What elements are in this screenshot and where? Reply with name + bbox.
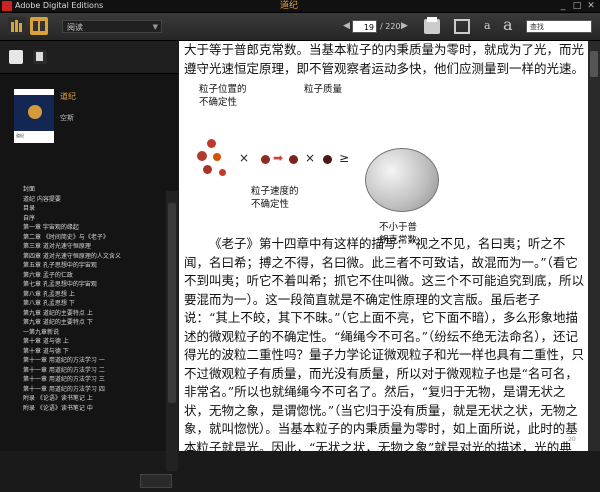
toc-item[interactable]: 第五章 孔子思想中的宇宙观 [0, 261, 165, 271]
reading-view-icon[interactable] [30, 17, 48, 35]
toc-item[interactable]: 第十章 道与德 下 [0, 347, 165, 357]
previous-page-icon[interactable]: ◀ [343, 21, 350, 31]
toc-item[interactable]: 第十一章 用道纪的方法学习 一 [0, 356, 165, 366]
particle-dot [323, 155, 332, 164]
document-title: 道纪 [280, 1, 299, 11]
page-indicator: 20 [568, 436, 576, 443]
particle-dot [197, 151, 207, 161]
toc-item[interactable]: 附录 《论语》读书笔记 中 [0, 404, 165, 414]
toc-item[interactable]: 第一章 宇宙观的缘起 [0, 223, 165, 233]
book-cover: 道纪 [14, 89, 54, 143]
scrollbar-thumb[interactable] [168, 203, 176, 403]
toc-item[interactable]: 第八章 孔孟思想 上 [0, 290, 165, 300]
label-particle-mass: 粒子质量 [304, 84, 343, 95]
label-position-uncertainty: 粒子位置的 不确定性 [199, 84, 247, 108]
particle-dot [289, 155, 298, 164]
app-logo-icon [2, 1, 12, 11]
paragraph-2: 《老子》第十四章中有这样的描写：“视之不见，名曰夷；听之不闻，名曰希；搏之不得，… [184, 236, 585, 451]
next-page-icon[interactable]: ▶ [401, 21, 408, 31]
sidebar-footer [0, 471, 178, 492]
page-total: / 220 [380, 22, 401, 31]
view-mode-label: 阅读 [67, 23, 83, 32]
view-mode-select[interactable]: 阅读 ▼ [62, 20, 162, 33]
toc-item[interactable]: 第二章 《时间简史》与《老子》 [0, 233, 165, 243]
toc-item[interactable]: 第七章 孔孟思想中的宇宙观 [0, 280, 165, 290]
chevron-down-icon: ▼ [152, 23, 158, 31]
particle-dot [213, 153, 221, 161]
particle-dot [261, 155, 270, 164]
times-symbol: × [305, 151, 316, 165]
sidebar-scrollbar[interactable] [166, 191, 178, 476]
table-of-contents: 封面 道纪 内容提要 目录 自序 第一章 宇宙观的缘起 第二章 《时间简史》与《… [0, 185, 165, 413]
search-input[interactable]: 查找 [526, 20, 592, 33]
cover-title: 道纪 [16, 133, 24, 138]
toc-item[interactable]: 第十一章 用道纪的方法学习 四 [0, 385, 165, 395]
tab-bookmarks-icon[interactable] [9, 50, 23, 64]
app-title: Adobe Digital Editions [15, 1, 104, 10]
minimize-button[interactable]: _ [558, 1, 568, 11]
fit-page-icon[interactable] [454, 19, 470, 34]
decrease-font-icon[interactable]: a [484, 19, 491, 32]
toc-item[interactable]: 第十章 道与德 上 [0, 337, 165, 347]
reading-pane: 大于等于普郎克常数。当基本粒子的内秉质量为零时，就成为了光，而光遵守光速恒定原理… [179, 41, 588, 451]
uncertainty-diagram: 粒子位置的 不确定性 粒子质量 × ➡ × ≥ 粒子速度的 不确定性 不小于普 … [179, 81, 588, 256]
title-bar: Adobe Digital Editions 道纪 _ □ ✕ [0, 0, 600, 13]
arrow-icon: ➡ [273, 151, 284, 165]
ge-symbol: ≥ [339, 151, 350, 165]
toc-item[interactable]: 目录 [0, 204, 165, 214]
toc-item[interactable]: 附录 《论语》读书笔记 上 [0, 394, 165, 404]
book-title: 道纪 [60, 92, 76, 101]
tab-annotations-icon[interactable] [33, 50, 47, 64]
toc-item[interactable]: 第八章 孔孟思想 下 [0, 299, 165, 309]
toc-item[interactable]: 第六章 孟子的仁政 [0, 271, 165, 281]
book-author: 空斯 [60, 114, 74, 122]
toc-item[interactable]: 封面 [0, 185, 165, 195]
print-icon[interactable] [424, 17, 440, 34]
toc-item[interactable]: 第十一章 用道纪的方法学习 三 [0, 375, 165, 385]
toolbar: 阅读 ▼ ◀ 19 / 220 ▶ a a 查找 [0, 13, 600, 41]
increase-font-icon[interactable]: a [503, 15, 513, 34]
sidebar-options-select[interactable] [140, 474, 172, 488]
sidebar: 道纪 道纪 空斯 封面 道纪 内容提要 目录 自序 第一章 宇宙观的缘起 第二章… [0, 41, 178, 492]
times-symbol: × [239, 151, 250, 165]
reading-scrollbar[interactable] [588, 41, 600, 451]
maximize-button[interactable]: □ [572, 1, 582, 11]
label-speed-uncertainty: 粒子速度的 不确定性 [251, 186, 299, 210]
page-number-input[interactable]: 19 [352, 20, 377, 33]
scrollbar-thumb[interactable] [590, 51, 598, 77]
toc-item[interactable]: 第四章 道对光速守恒原理的人文含义 [0, 252, 165, 262]
particle-dot [219, 169, 226, 176]
toc-item[interactable]: 第十一章 用道纪的方法学习 二 [0, 366, 165, 376]
paragraph-1: 大于等于普郎克常数。当基本粒子的内秉质量为零时，就成为了光，而光遵守光速恒定原理… [184, 42, 585, 76]
toc-item[interactable]: 第九章 道纪的主要特点 上 [0, 309, 165, 319]
toc-item[interactable]: 第九章 道纪的主要特点 下 [0, 318, 165, 328]
toc-item[interactable]: 一第九章新说 [0, 328, 165, 338]
toc-item[interactable]: 自序 [0, 214, 165, 224]
sidebar-tabs [0, 41, 178, 74]
toc-item[interactable]: 第三章 道对光速守恒原理 [0, 242, 165, 252]
coin-image [365, 148, 439, 212]
toc-item[interactable]: 道纪 内容提要 [0, 195, 165, 205]
particle-dot [207, 139, 216, 148]
particle-dot [203, 165, 212, 174]
close-button[interactable]: ✕ [586, 1, 596, 11]
library-view-icon[interactable] [8, 17, 26, 35]
